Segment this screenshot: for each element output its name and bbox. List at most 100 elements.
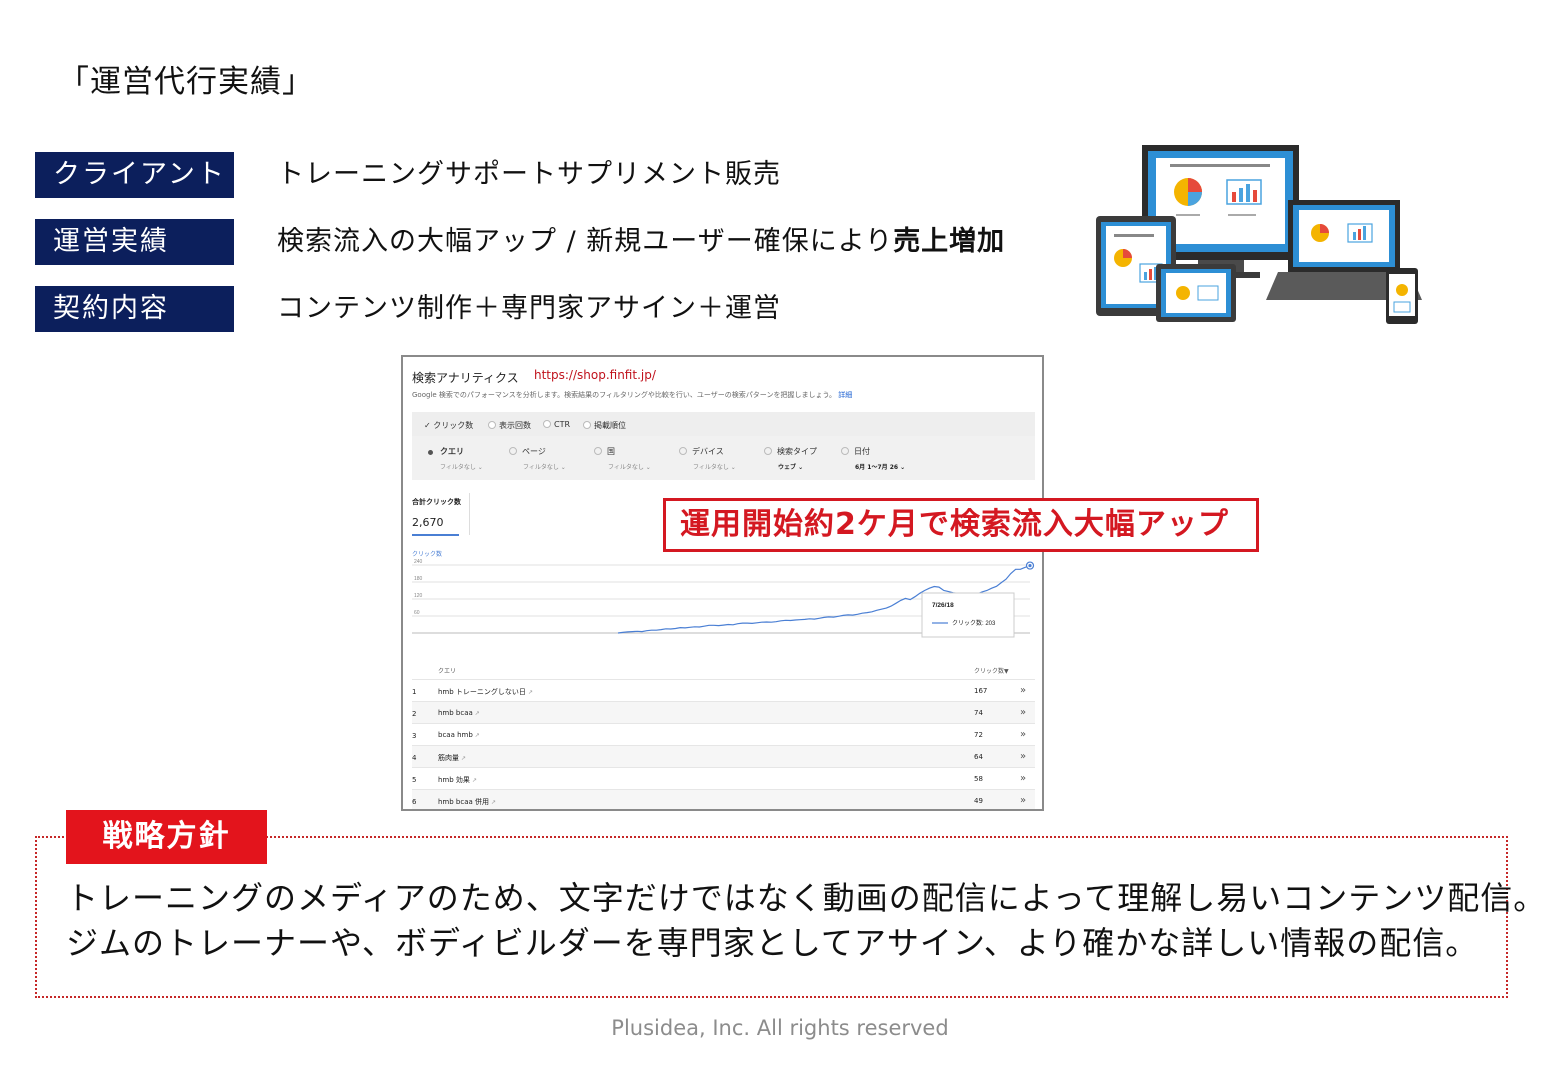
- row-query: hmb bcaa 併用 ↗: [438, 797, 496, 807]
- header-query[interactable]: クエリ: [438, 666, 456, 675]
- chevron-double-right-icon[interactable]: »: [1020, 729, 1026, 740]
- checkbox-icon: [543, 420, 551, 428]
- results-text: 検索流入の大幅アップ / 新規ユーザー確保により売上増加: [277, 219, 1005, 265]
- result-callout: 運用開始約2ケ月で検索流入大幅アップ: [663, 498, 1259, 552]
- row-query: 筋肉量 ↗: [438, 753, 466, 763]
- y-tick-label: 120: [414, 593, 423, 599]
- filter-date-label: 日付: [854, 447, 870, 456]
- external-link-icon[interactable]: ↗: [475, 710, 480, 717]
- row-query-text: hmb トレーニングしない日: [438, 688, 526, 696]
- row-query-text: bcaa hmb: [438, 731, 473, 739]
- metric-impressions-label: 表示回数: [499, 421, 531, 430]
- panel-heading: 検索アナリティクス: [412, 371, 519, 385]
- filters-bar: クエリ フィルタなし ⌄ ページ フィルタなし ⌄ 国フィルタなし ⌄ デバイス フィ…: [412, 436, 1035, 480]
- row-clicks: 72: [974, 731, 983, 739]
- strategy-tag: 戦略方針: [66, 810, 267, 864]
- row-query-text: hmb 効果: [438, 776, 470, 784]
- filter-date-sub: 6月 1〜7月 26 ⌄: [855, 464, 906, 471]
- tooltip-value: クリック数: 203: [952, 619, 996, 627]
- table-row[interactable]: 1 hmb トレーニングしない日 ↗ 167 »: [412, 680, 1035, 702]
- chevron-double-right-icon[interactable]: »: [1020, 773, 1026, 784]
- chart-tooltip: 7/26/18 クリック数: 203: [921, 592, 1015, 638]
- strategy-line-2: ジムのトレーナーや、ボディビルダーを専門家としてアサイン、より確かな詳しい情報の…: [66, 924, 1479, 962]
- y-tick-label: 240: [414, 559, 423, 565]
- filter-device[interactable]: デバイスフィルタなし ⌄: [679, 446, 736, 471]
- page-title: 「運営代行実績」: [58, 64, 314, 100]
- metrics-bar: ✓ クリック数 表示回数 CTR 掲載順位: [412, 412, 1035, 436]
- row-number: 1: [412, 688, 417, 696]
- filter-device-sub: フィルタなし ⌄: [693, 464, 736, 471]
- panel-url[interactable]: https://shop.finfit.jp/: [534, 368, 656, 382]
- row-query-text: hmb bcaa: [438, 709, 473, 717]
- row-number: 6: [412, 798, 417, 806]
- row-number: 2: [412, 710, 417, 718]
- results-text-main: 検索流入の大幅アップ / 新規ユーザー確保により: [277, 226, 894, 257]
- row-number: 4: [412, 754, 417, 762]
- y-tick-label: 60: [414, 610, 420, 616]
- metric-position[interactable]: 掲載順位: [583, 420, 626, 431]
- filter-country-sub: フィルタなし ⌄: [608, 464, 651, 471]
- row-query-text: 筋肉量: [438, 754, 459, 762]
- row-query-text: hmb bcaa 併用: [438, 798, 490, 806]
- checkbox-icon: [583, 421, 591, 429]
- contract-label: 契約内容: [35, 286, 234, 332]
- external-link-icon[interactable]: ↗: [475, 732, 480, 739]
- external-link-icon[interactable]: ↗: [528, 689, 533, 696]
- chevron-double-right-icon[interactable]: »: [1020, 685, 1026, 696]
- filter-date[interactable]: 日付 6月 1〜7月 26 ⌄: [841, 446, 905, 471]
- table-row[interactable]: 6 hmb bcaa 併用 ↗ 49 »: [412, 790, 1035, 809]
- filter-query[interactable]: クエリ フィルタなし ⌄: [426, 446, 483, 471]
- metric-position-label: 掲載順位: [594, 421, 626, 430]
- filter-search-type[interactable]: 検索タイプ ウェブ ⌄: [764, 446, 817, 471]
- filter-page[interactable]: ページ フィルタなし ⌄: [509, 446, 566, 471]
- filter-country[interactable]: 国フィルタなし ⌄: [594, 446, 651, 471]
- row-number: 5: [412, 776, 417, 784]
- filter-page-sub: フィルタなし ⌄: [523, 464, 566, 471]
- external-link-icon[interactable]: ↗: [461, 755, 466, 762]
- client-label: クライアント: [35, 152, 234, 198]
- radio-icon: [509, 447, 517, 455]
- metric-ctr-label: CTR: [554, 420, 571, 429]
- metric-impressions[interactable]: 表示回数: [488, 420, 531, 431]
- panel-description-link[interactable]: 詳細: [838, 391, 852, 399]
- header-clicks[interactable]: クリック数▼: [974, 666, 1009, 675]
- total-clicks-value: 2,670: [412, 516, 444, 529]
- total-clicks-label: 合計クリック数: [412, 498, 461, 506]
- radio-icon: [679, 447, 687, 455]
- queries-table: クエリ クリック数▼ 1 hmb トレーニングしない日 ↗ 167» 2 hmb bcaa…: [412, 657, 1035, 809]
- checkbox-icon: [488, 421, 496, 429]
- filter-device-label: デバイス: [692, 447, 724, 456]
- external-link-icon[interactable]: ↗: [472, 777, 477, 784]
- radio-icon: [841, 447, 849, 455]
- filter-country-label: 国: [607, 447, 615, 456]
- panel-description: Google 検索でのパフォーマンスを分析します。検索結果のフィルタリングや比較…: [412, 390, 852, 400]
- metric-ctr[interactable]: CTR: [543, 420, 570, 429]
- filter-search-type-label: 検索タイプ: [777, 447, 817, 456]
- radio-icon: [594, 447, 602, 455]
- results-label: 運営実績: [35, 219, 234, 265]
- contract-text: コンテンツ制作＋専門家アサイン＋運営: [277, 293, 781, 324]
- external-link-icon[interactable]: ↗: [491, 799, 496, 806]
- y-tick-label: 180: [414, 576, 423, 582]
- chevron-double-right-icon[interactable]: »: [1020, 707, 1026, 718]
- row-clicks: 74: [974, 709, 983, 717]
- chevron-double-right-icon[interactable]: »: [1020, 795, 1026, 806]
- row-clicks: 58: [974, 775, 983, 783]
- metric-clicks[interactable]: ✓ クリック数: [424, 420, 473, 431]
- panel-description-text: Google 検索でのパフォーマンスを分析します。検索結果のフィルタリングや比較…: [412, 391, 837, 399]
- filter-query-label: クエリ: [440, 447, 464, 456]
- radio-icon: [764, 447, 772, 455]
- total-clicks-underline: [412, 534, 459, 536]
- tooltip-date: 7/26/18: [932, 602, 954, 609]
- table-row[interactable]: 5 hmb 効果 ↗ 58 »: [412, 768, 1035, 790]
- strategy-text: トレーニングのメディアのため、文字だけではなく動画の配信によって理解し易いコンテ…: [66, 876, 1546, 966]
- chevron-double-right-icon[interactable]: »: [1020, 751, 1026, 762]
- row-clicks: 167: [974, 687, 988, 695]
- table-row[interactable]: 3 bcaa hmb ↗ 72 »: [412, 724, 1035, 746]
- tooltip-box: [921, 592, 1015, 638]
- table-row[interactable]: 4 筋肉量 ↗ 64 »: [412, 746, 1035, 768]
- row-query: hmb bcaa ↗: [438, 709, 480, 717]
- radio-selected-icon: [428, 450, 433, 455]
- table-row[interactable]: 2 hmb bcaa ↗ 74 »: [412, 702, 1035, 724]
- search-analytics-panel: 検索アナリティクス https://shop.finfit.jp/ Google…: [401, 355, 1044, 811]
